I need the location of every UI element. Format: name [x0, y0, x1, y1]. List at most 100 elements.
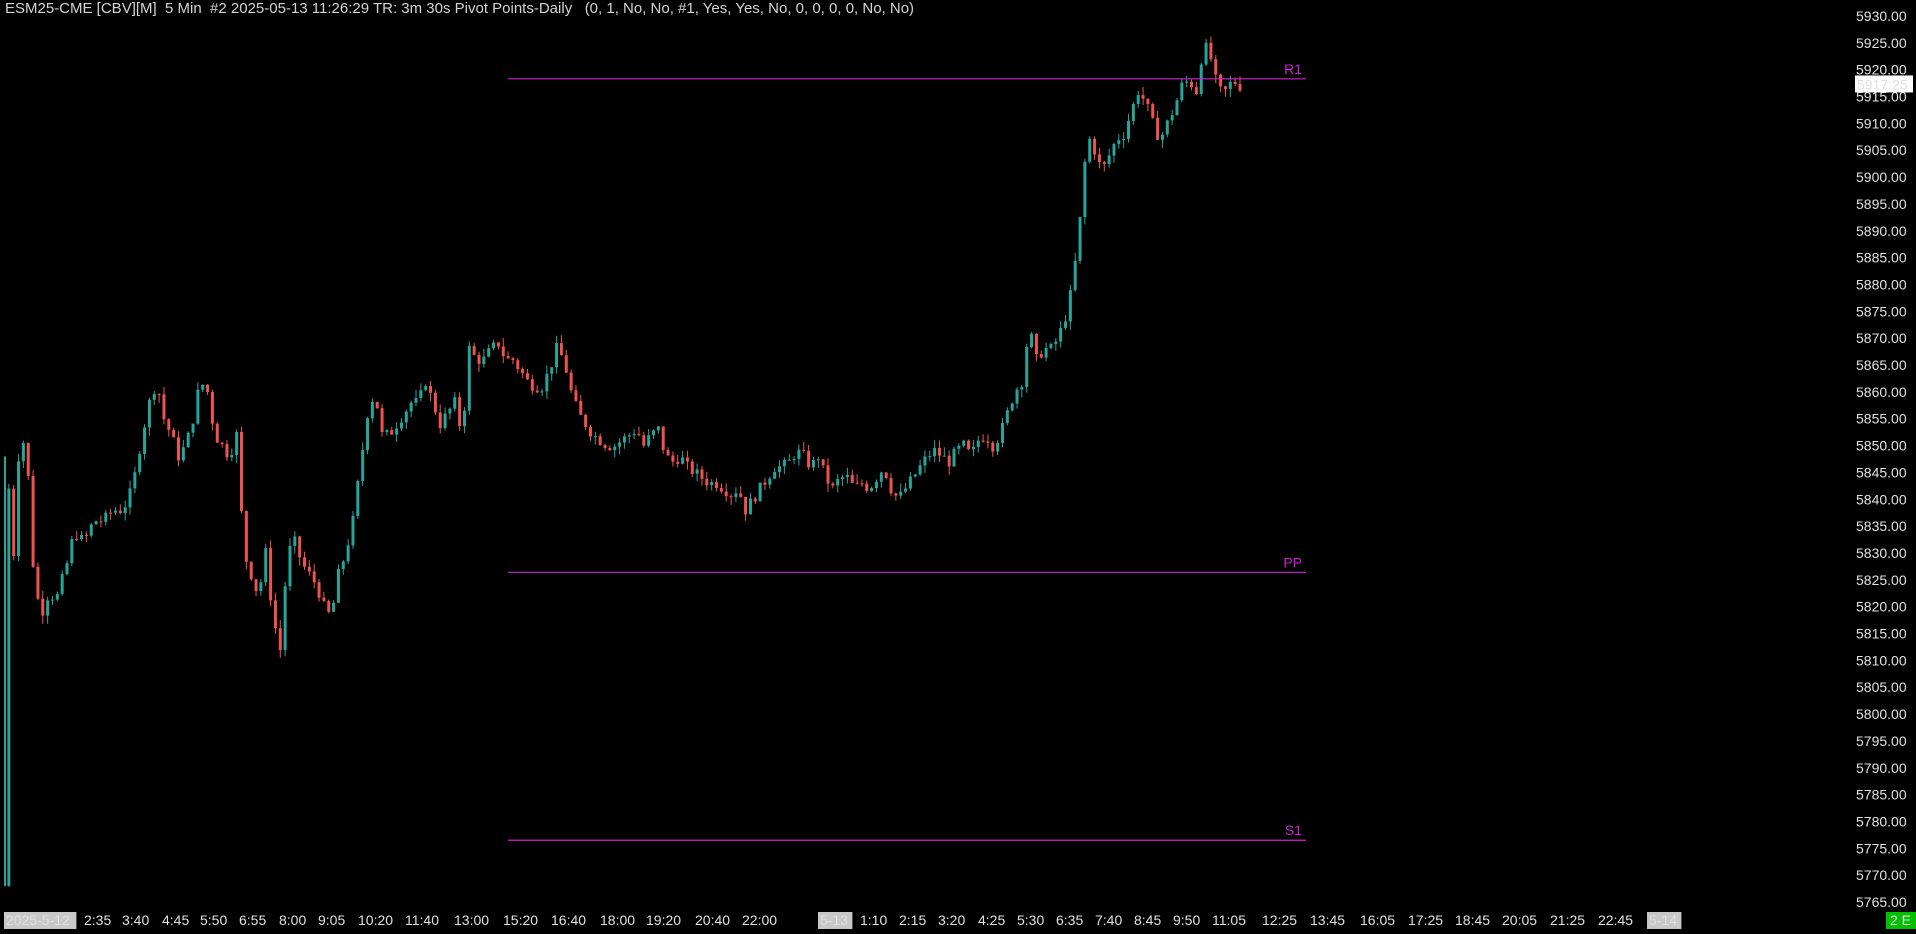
candle-body [104, 512, 108, 522]
price-tick-label: 5880.00 [1856, 276, 1907, 292]
candle-body [346, 545, 350, 562]
candle-body [1020, 387, 1024, 390]
candle-body [370, 401, 374, 419]
candle-body [923, 456, 927, 466]
time-tick-label: 11:05 [1212, 912, 1246, 928]
pivot-lines: R1 PP S1 [508, 61, 1306, 841]
candle-body [147, 399, 151, 428]
candle-body [744, 496, 748, 515]
candle-body [584, 414, 588, 428]
time-tick-label: 8:45 [1134, 912, 1161, 928]
chart-canvas[interactable]: 5930.005925.005920.005915.005910.005905.… [0, 0, 1916, 934]
candle-body [996, 442, 1000, 452]
candle-body [540, 391, 544, 393]
candle-body [55, 593, 59, 600]
candle-body [1151, 103, 1155, 118]
time-tick-label: 8:00 [279, 912, 306, 928]
candle-body [511, 358, 515, 361]
candle-body [947, 455, 951, 467]
candle-body [1049, 343, 1053, 348]
candle-body [535, 390, 539, 393]
candle-body [322, 597, 326, 601]
candle-body [1209, 42, 1213, 60]
candle-body [952, 448, 956, 467]
price-tick-label: 5810.00 [1856, 652, 1907, 668]
price-tick-label: 5910.00 [1856, 115, 1907, 131]
candle-body [1025, 347, 1029, 388]
candle-body [414, 398, 418, 403]
candle-body [399, 422, 403, 429]
candle-body [1078, 217, 1082, 261]
candle-body [1122, 138, 1126, 141]
candle-body [118, 510, 122, 514]
time-tick-label: 20:40 [695, 912, 730, 928]
candle-body [545, 373, 549, 392]
price-tick-label: 5815.00 [1856, 626, 1907, 642]
time-tick-label: 13:00 [454, 912, 489, 928]
time-tick-label: 12:25 [1262, 912, 1297, 928]
candle-body [501, 346, 505, 357]
chart-window[interactable]: ESM25-CME [CBV][M] 5 Min #2 2025-05-13 1… [0, 0, 1916, 934]
candle-body [962, 440, 966, 446]
candle-body [186, 432, 190, 448]
pivot-label-pp: PP [1283, 554, 1302, 570]
candle-body [976, 440, 980, 447]
candle-body [666, 449, 670, 456]
candle-body [637, 434, 641, 436]
candle-body [172, 429, 176, 438]
candle-body [908, 476, 912, 489]
candle-body [433, 392, 437, 413]
candle-body [492, 342, 496, 349]
candle-body [841, 477, 845, 479]
price-tick-label: 5765.00 [1856, 894, 1907, 910]
candle-body [1141, 95, 1145, 99]
candle-body [579, 400, 583, 415]
candle-body [715, 482, 719, 488]
candle-body [1175, 100, 1179, 116]
price-tick-label: 5930.00 [1856, 8, 1907, 24]
candle-body [1059, 327, 1063, 342]
candle-body [506, 356, 510, 359]
candle-body [1127, 120, 1131, 139]
candle-body [230, 454, 234, 458]
candle-body [1136, 95, 1140, 105]
candle-body [283, 586, 287, 651]
time-tick-label: 10:20 [358, 912, 393, 928]
time-tick-label: 11:40 [405, 912, 439, 928]
candle-body [1160, 134, 1164, 140]
candle-body [1228, 81, 1232, 90]
candle-body [569, 372, 573, 391]
candle-body [80, 535, 84, 540]
candle-body [94, 521, 98, 525]
candle-body [661, 426, 665, 450]
candle-body [293, 536, 297, 546]
candle-body [811, 459, 815, 468]
candle-body [1030, 333, 1034, 348]
time-tick-label: 18:00 [600, 912, 635, 928]
candle-body [264, 548, 268, 583]
price-tick-label: 5795.00 [1856, 733, 1907, 749]
candle-body [724, 491, 728, 497]
candle-body [351, 515, 355, 546]
candle-body [1034, 333, 1038, 355]
time-tick-label: 4:45 [162, 912, 189, 928]
pivot-label-r1: R1 [1284, 61, 1302, 77]
candle-body [1044, 347, 1048, 358]
candle-body [1233, 81, 1237, 84]
candle-body [807, 450, 811, 468]
candle-body [768, 478, 772, 485]
candle-body [937, 447, 941, 456]
candle-body [448, 408, 452, 414]
time-tick-label: 22:45 [1598, 912, 1633, 928]
candle-body [1064, 321, 1068, 328]
candle-body [690, 461, 694, 474]
candle-body [453, 397, 457, 409]
candle-body [1088, 138, 1092, 162]
candle-body [99, 521, 103, 523]
price-tick-label: 5890.00 [1856, 223, 1907, 239]
candle-body [1010, 403, 1014, 411]
candle-body [60, 574, 64, 594]
candle-body [1194, 87, 1198, 95]
candle-body [467, 346, 471, 411]
time-tick-label: 2:15 [899, 912, 926, 928]
